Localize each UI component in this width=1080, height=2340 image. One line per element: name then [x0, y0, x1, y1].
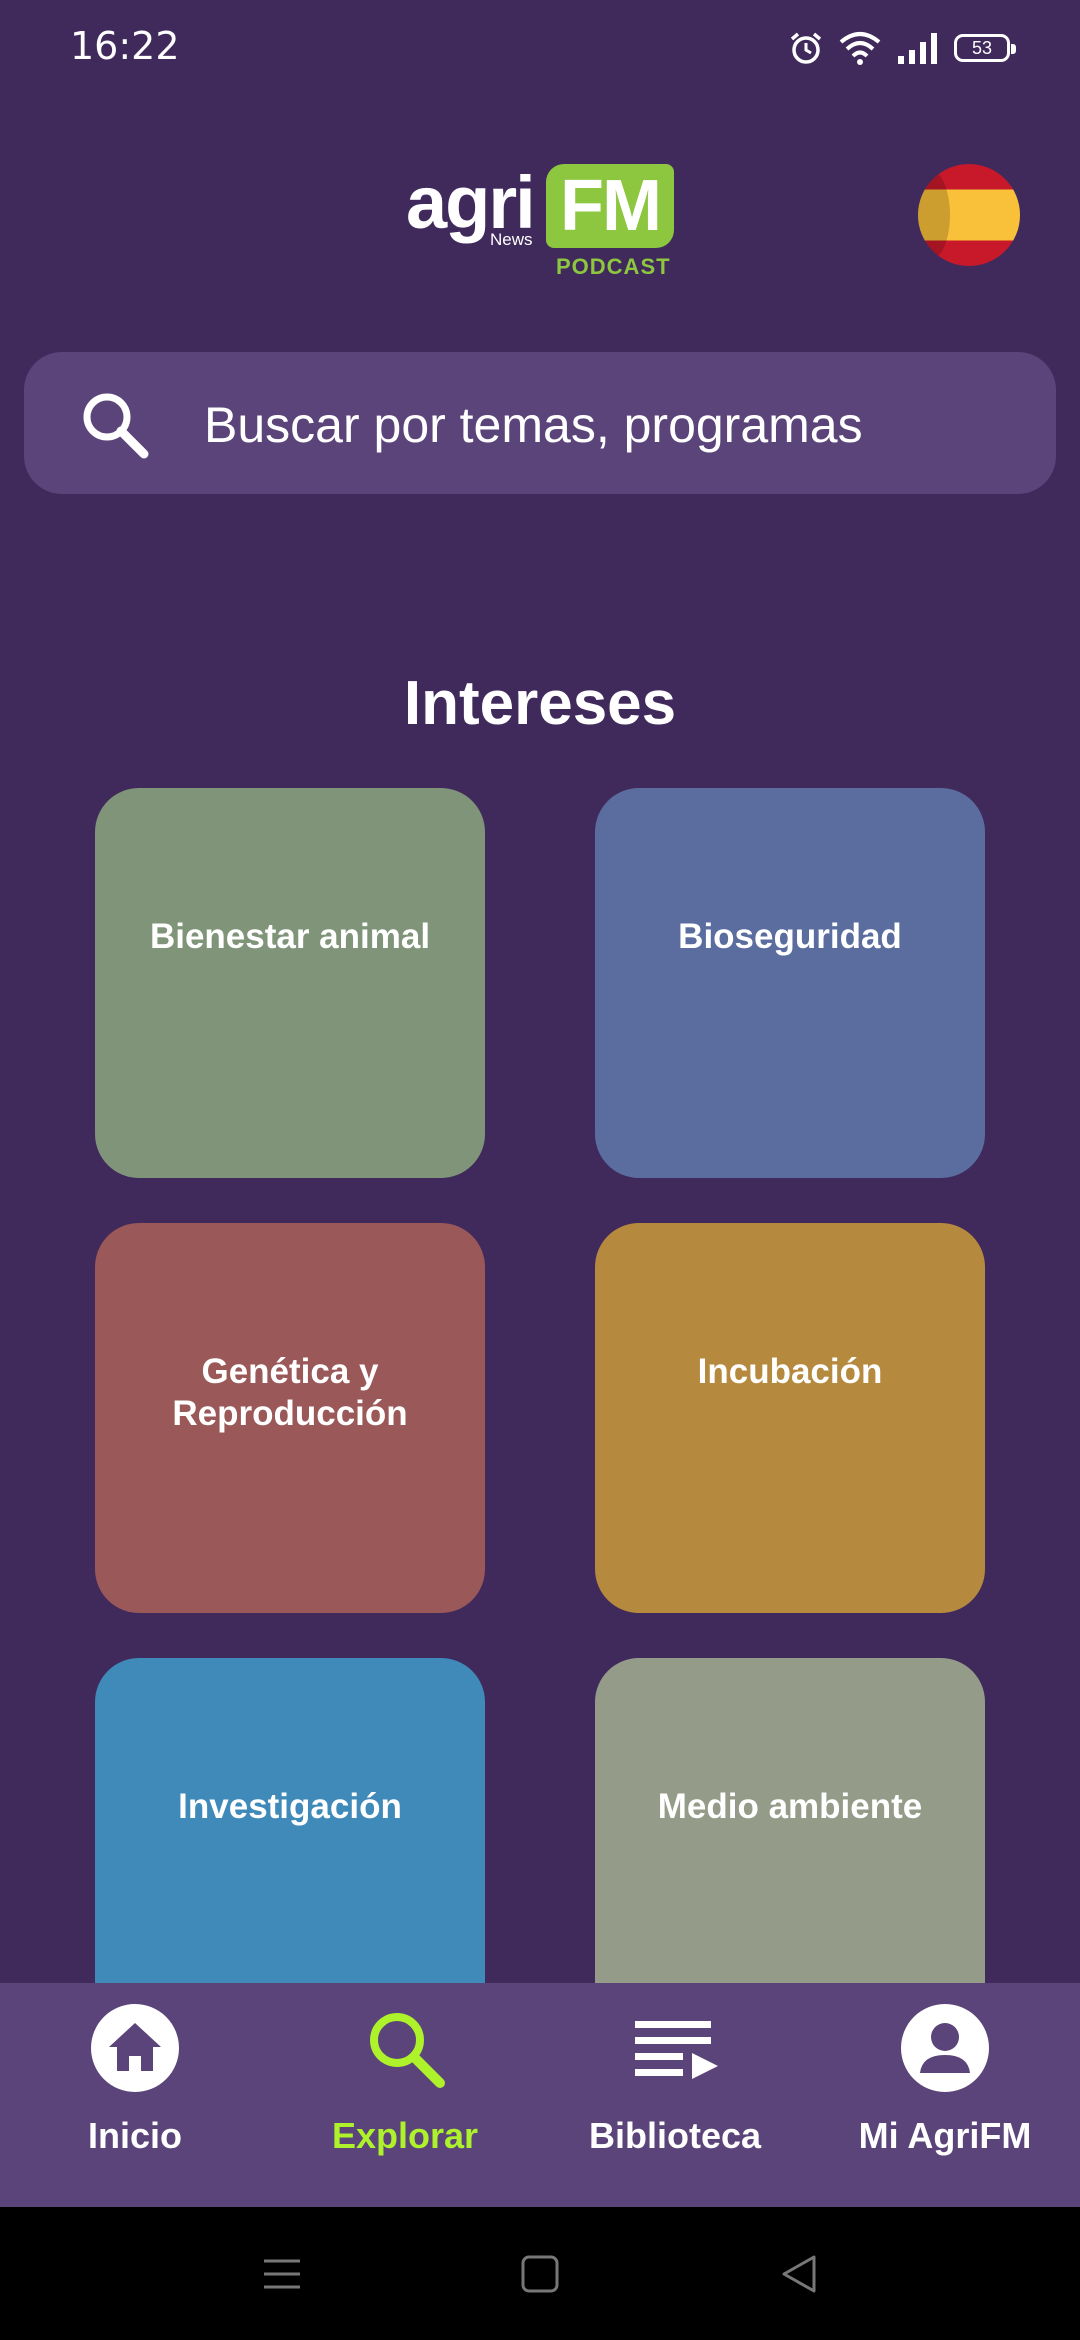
- alarm-icon: [790, 32, 822, 64]
- interest-card-label: Bioseguridad: [678, 917, 902, 956]
- nav-label: Inicio: [87, 2115, 182, 2156]
- nav-item-inicio[interactable]: Inicio: [0, 1983, 270, 2207]
- status-icons: 53: [788, 26, 1016, 70]
- nav-item-mi-agrifm[interactable]: Mi AgriFM: [810, 1983, 1080, 2207]
- bottom-nav: Inicio Explorar Biblioteca Mi AgriFM: [0, 1983, 1080, 2207]
- wifi-icon: [839, 32, 881, 65]
- interest-card-bienestar-animal[interactable]: Bienestar animal: [95, 788, 485, 1178]
- interest-card-label: Bienestar animal: [149, 917, 431, 956]
- interests-grid: Bienestar animal Bioseguridad Genética y…: [95, 788, 985, 1983]
- search-bar[interactable]: Buscar por temas, programas: [24, 352, 1056, 494]
- battery-icon: 53: [954, 34, 1016, 62]
- interest-card-investigacion[interactable]: Investigación: [95, 1658, 485, 1983]
- spain-flag-icon[interactable]: [918, 164, 1020, 266]
- interest-card-label: Genética y Reproducción: [172, 1352, 408, 1433]
- interest-card-label: Incubación: [697, 1352, 883, 1391]
- nav-label: Mi AgriFM: [858, 2115, 1032, 2156]
- logo-news-text: News: [490, 230, 533, 249]
- search-icon: [370, 2013, 445, 2088]
- battery-level: 53: [971, 37, 993, 58]
- menu-icon[interactable]: [252, 2249, 312, 2299]
- nav-item-explorar[interactable]: Explorar: [270, 1983, 540, 2207]
- interests-title: Intereses: [403, 669, 677, 738]
- interest-card-incubacion[interactable]: Incubación: [595, 1223, 985, 1613]
- interest-card-medio-ambiente[interactable]: Medio ambiente: [595, 1658, 985, 1983]
- interest-card-bioseguridad[interactable]: Bioseguridad: [595, 788, 985, 1178]
- logo-podcast-text: PODCAST: [556, 254, 671, 279]
- interest-card-label: Investigación: [178, 1787, 402, 1826]
- home-icon: [91, 2004, 179, 2092]
- nav-label: Biblioteca: [588, 2115, 762, 2156]
- system-nav-bar: [0, 2207, 1080, 2340]
- search-icon: [83, 393, 149, 459]
- back-icon[interactable]: [770, 2249, 830, 2299]
- profile-icon: [901, 2004, 989, 2092]
- logo-fm-badge: FM: [546, 164, 674, 248]
- logo-agri-text: agri: [406, 161, 536, 244]
- nav-item-biblioteca[interactable]: Biblioteca: [540, 1983, 810, 2207]
- signal-icon: [898, 33, 937, 64]
- status-bar: 16:22 53: [0, 0, 1080, 96]
- home-square-icon[interactable]: [510, 2249, 570, 2299]
- interest-card-label: Medio ambiente: [657, 1787, 923, 1826]
- status-time: 16:22: [70, 24, 180, 68]
- interest-card-genetica-reproduccion[interactable]: Genética y Reproducción: [95, 1223, 485, 1613]
- search-input[interactable]: Buscar por temas, programas: [204, 396, 863, 454]
- nav-label: Explorar: [331, 2115, 479, 2156]
- playlist-icon: [635, 2021, 718, 2079]
- agrifm-logo: agri News FM PODCAST: [406, 162, 674, 280]
